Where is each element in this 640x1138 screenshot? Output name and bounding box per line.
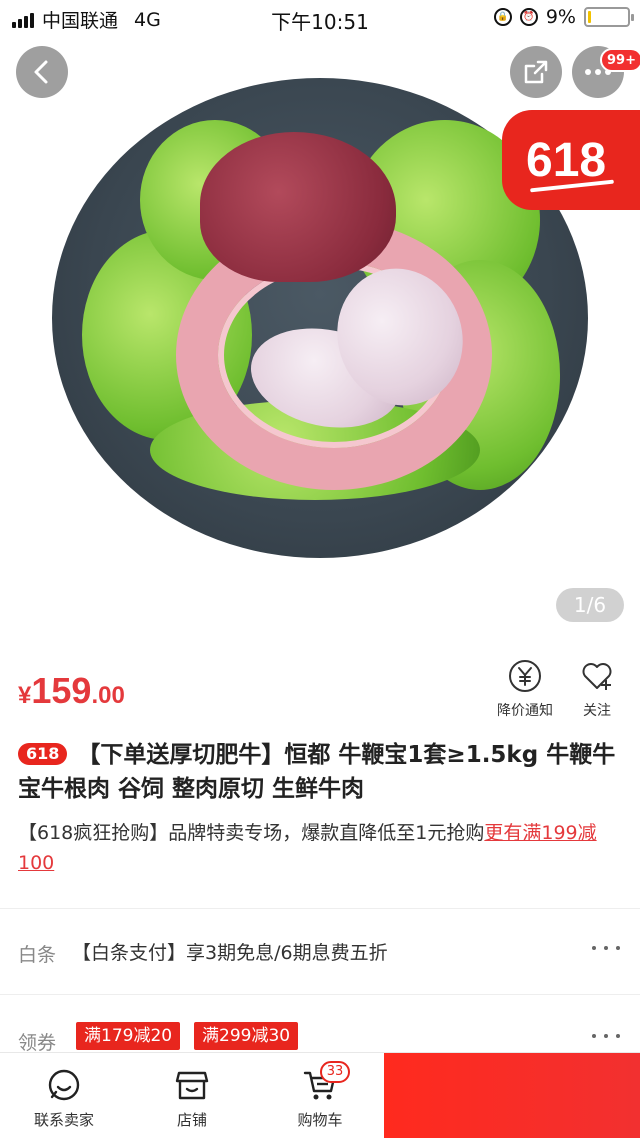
baitiao-row[interactable]: 白条 【白条支付】享3期免息/6期息费五折 [0,916,640,986]
price-alert-label: 降价通知 [497,703,553,719]
baitiao-value: 【白条支付】享3期免息/6期息费五折 [72,942,388,964]
gallery-pager: 1/6 [556,588,624,622]
promo-text: 【618疯狂抢购】品牌特卖专场，爆款直降低至1元抢购更有满199减100 [18,818,624,878]
promo-description: 【618疯狂抢购】品牌特卖专场，爆款直降低至1元抢购 [18,822,485,844]
price-alert-icon [509,660,541,692]
baitiao-label: 白条 [18,944,57,966]
share-button[interactable] [510,46,562,98]
battery-icon [584,7,634,27]
more-dots-icon [592,944,622,952]
price-alert-button[interactable]: 降价通知 [490,658,560,720]
coupon-tag[interactable]: 满179减20 [76,1022,181,1050]
alarm-icon: ⏰ [519,8,538,26]
shop-label: 店铺 [176,1111,207,1129]
promo-618-pill: 618 [18,743,68,765]
follow-button[interactable]: 关注 [562,658,632,720]
promo-618-tag: 618 [502,110,640,210]
status-bar: 中国联通 4G 下午10:51 🔒 ⏰ 9% [0,0,640,36]
bottom-action-bar: 联系卖家 店铺 购物车 33 [0,1052,640,1138]
heart-plus-icon [582,663,612,690]
chat-icon [48,1069,80,1101]
contact-seller-button[interactable]: 联系卖家 [24,1067,104,1130]
back-button[interactable] [16,46,68,98]
shop-button[interactable]: 店铺 [152,1067,232,1130]
product-photo-meat-chunk [200,132,396,282]
more-dots-icon [592,1032,622,1040]
coupon-label: 领券 [18,1032,57,1054]
contact-seller-label: 联系卖家 [33,1111,94,1129]
chevron-left-icon [34,60,48,84]
buy-button-area[interactable] [384,1053,640,1138]
coupon-tag[interactable]: 满299减30 [194,1022,299,1050]
cart-label: 购物车 [297,1111,343,1129]
product-price: ¥159.00 [18,670,125,711]
product-title-text: 【下单送厚切肥牛】恒都 牛鞭宝1套≥1.5kg 牛鞭牛宝牛根肉 谷饲 整肉原切 … [18,742,616,802]
cart-count-badge: 33 [320,1061,350,1083]
divider [0,994,640,995]
message-count-badge: 99+ [600,48,640,72]
price-section: ¥159.00 降价通知 关注 [0,640,640,730]
battery-percent: 9% [545,6,576,28]
rotation-lock-icon: 🔒 [493,8,512,26]
product-title: 618 【下单送厚切肥牛】恒都 牛鞭宝1套≥1.5kg 牛鞭牛宝牛根肉 谷饲 整肉… [18,738,624,806]
divider [0,908,640,909]
follow-label: 关注 [583,703,611,719]
share-icon [524,60,548,84]
shop-icon [175,1071,209,1100]
